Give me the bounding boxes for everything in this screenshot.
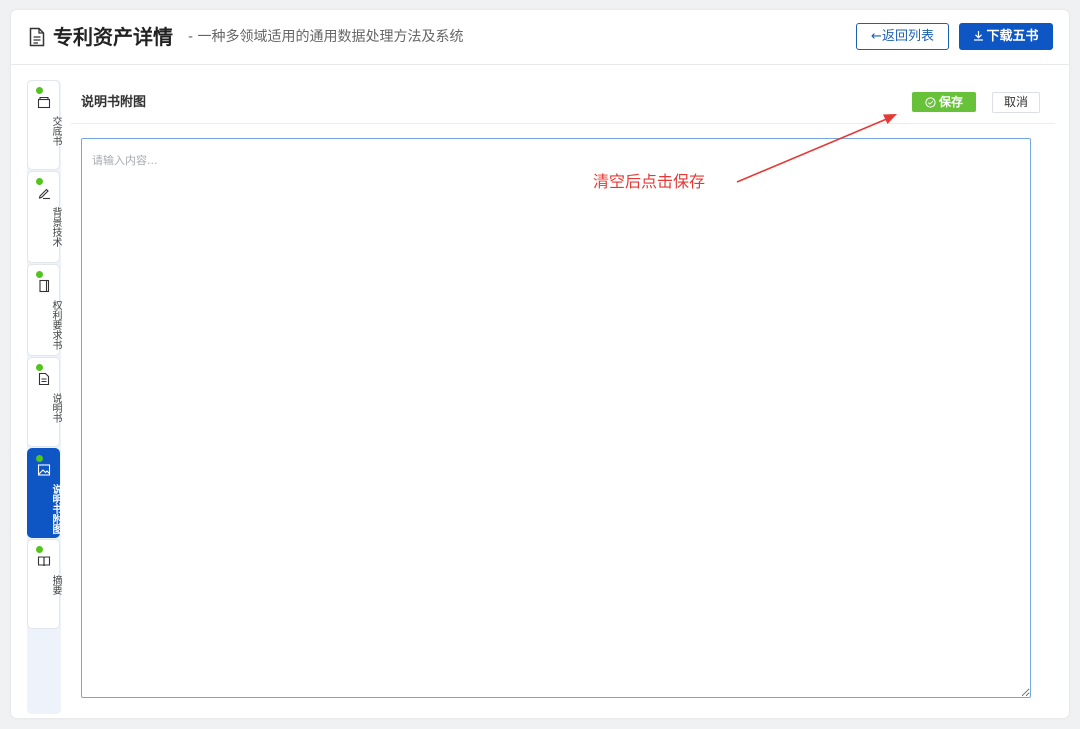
status-dot bbox=[36, 178, 43, 185]
download-icon bbox=[974, 31, 984, 41]
section-title: 说明书附图 bbox=[81, 95, 147, 110]
edit-icon bbox=[38, 188, 50, 200]
tab-label: 背景技术 bbox=[50, 207, 61, 247]
cancel-button[interactable]: 取消 bbox=[992, 92, 1040, 113]
download-button[interactable]: 下载五书 bbox=[959, 23, 1053, 50]
tab-background[interactable]: 背景技术 bbox=[27, 171, 61, 263]
book-icon bbox=[39, 279, 50, 293]
save-button-label: 保存 bbox=[938, 95, 963, 109]
tab-claims[interactable]: 权利要求书 bbox=[27, 264, 61, 356]
tab-disclosure[interactable]: 交底书 bbox=[27, 80, 61, 170]
content-textarea[interactable] bbox=[81, 138, 1031, 698]
status-dot bbox=[36, 546, 43, 553]
tab-label: 交底书 bbox=[50, 116, 61, 146]
status-dot bbox=[36, 87, 43, 94]
tab-drawings[interactable]: 说明书附图 bbox=[27, 448, 61, 538]
divider bbox=[71, 123, 1055, 124]
status-dot bbox=[36, 364, 43, 371]
check-circle-icon bbox=[925, 97, 936, 108]
page-title: 专利资产详情 bbox=[53, 25, 173, 49]
back-to-list-button[interactable]: ←返回列表 bbox=[856, 23, 949, 50]
folder-icon bbox=[37, 96, 51, 109]
download-button-label: 下载五书 bbox=[986, 29, 1039, 44]
tab-abstract[interactable]: 摘要 bbox=[27, 539, 61, 629]
page-subtitle: - 一种多领域适用的通用数据处理方法及系统 bbox=[188, 29, 464, 45]
tab-specification[interactable]: 说明书 bbox=[27, 357, 61, 447]
tab-label: 权利要求书 bbox=[50, 300, 61, 350]
document-icon bbox=[38, 372, 50, 386]
tab-label: 说明书附图 bbox=[50, 484, 61, 534]
patent-detail-card: 专利资产详情 - 一种多领域适用的通用数据处理方法及系统 ←返回列表 下载五书 … bbox=[11, 10, 1069, 718]
status-dot bbox=[36, 271, 43, 278]
open-book-icon bbox=[37, 556, 51, 567]
annotation-text: 清空后点击保存 bbox=[593, 172, 706, 191]
page-header: 专利资产详情 - 一种多领域适用的通用数据处理方法及系统 ←返回列表 下载五书 bbox=[11, 10, 1069, 65]
status-dot bbox=[36, 455, 43, 462]
document-icon bbox=[29, 27, 45, 47]
tab-label: 说明书 bbox=[50, 393, 61, 423]
image-icon bbox=[37, 464, 51, 476]
save-button[interactable]: 保存 bbox=[912, 92, 976, 112]
tab-label: 摘要 bbox=[50, 575, 61, 595]
section-sidebar: 交底书 背景技术 权利要求书 说明书 说明书附图 摘要 bbox=[27, 80, 61, 714]
